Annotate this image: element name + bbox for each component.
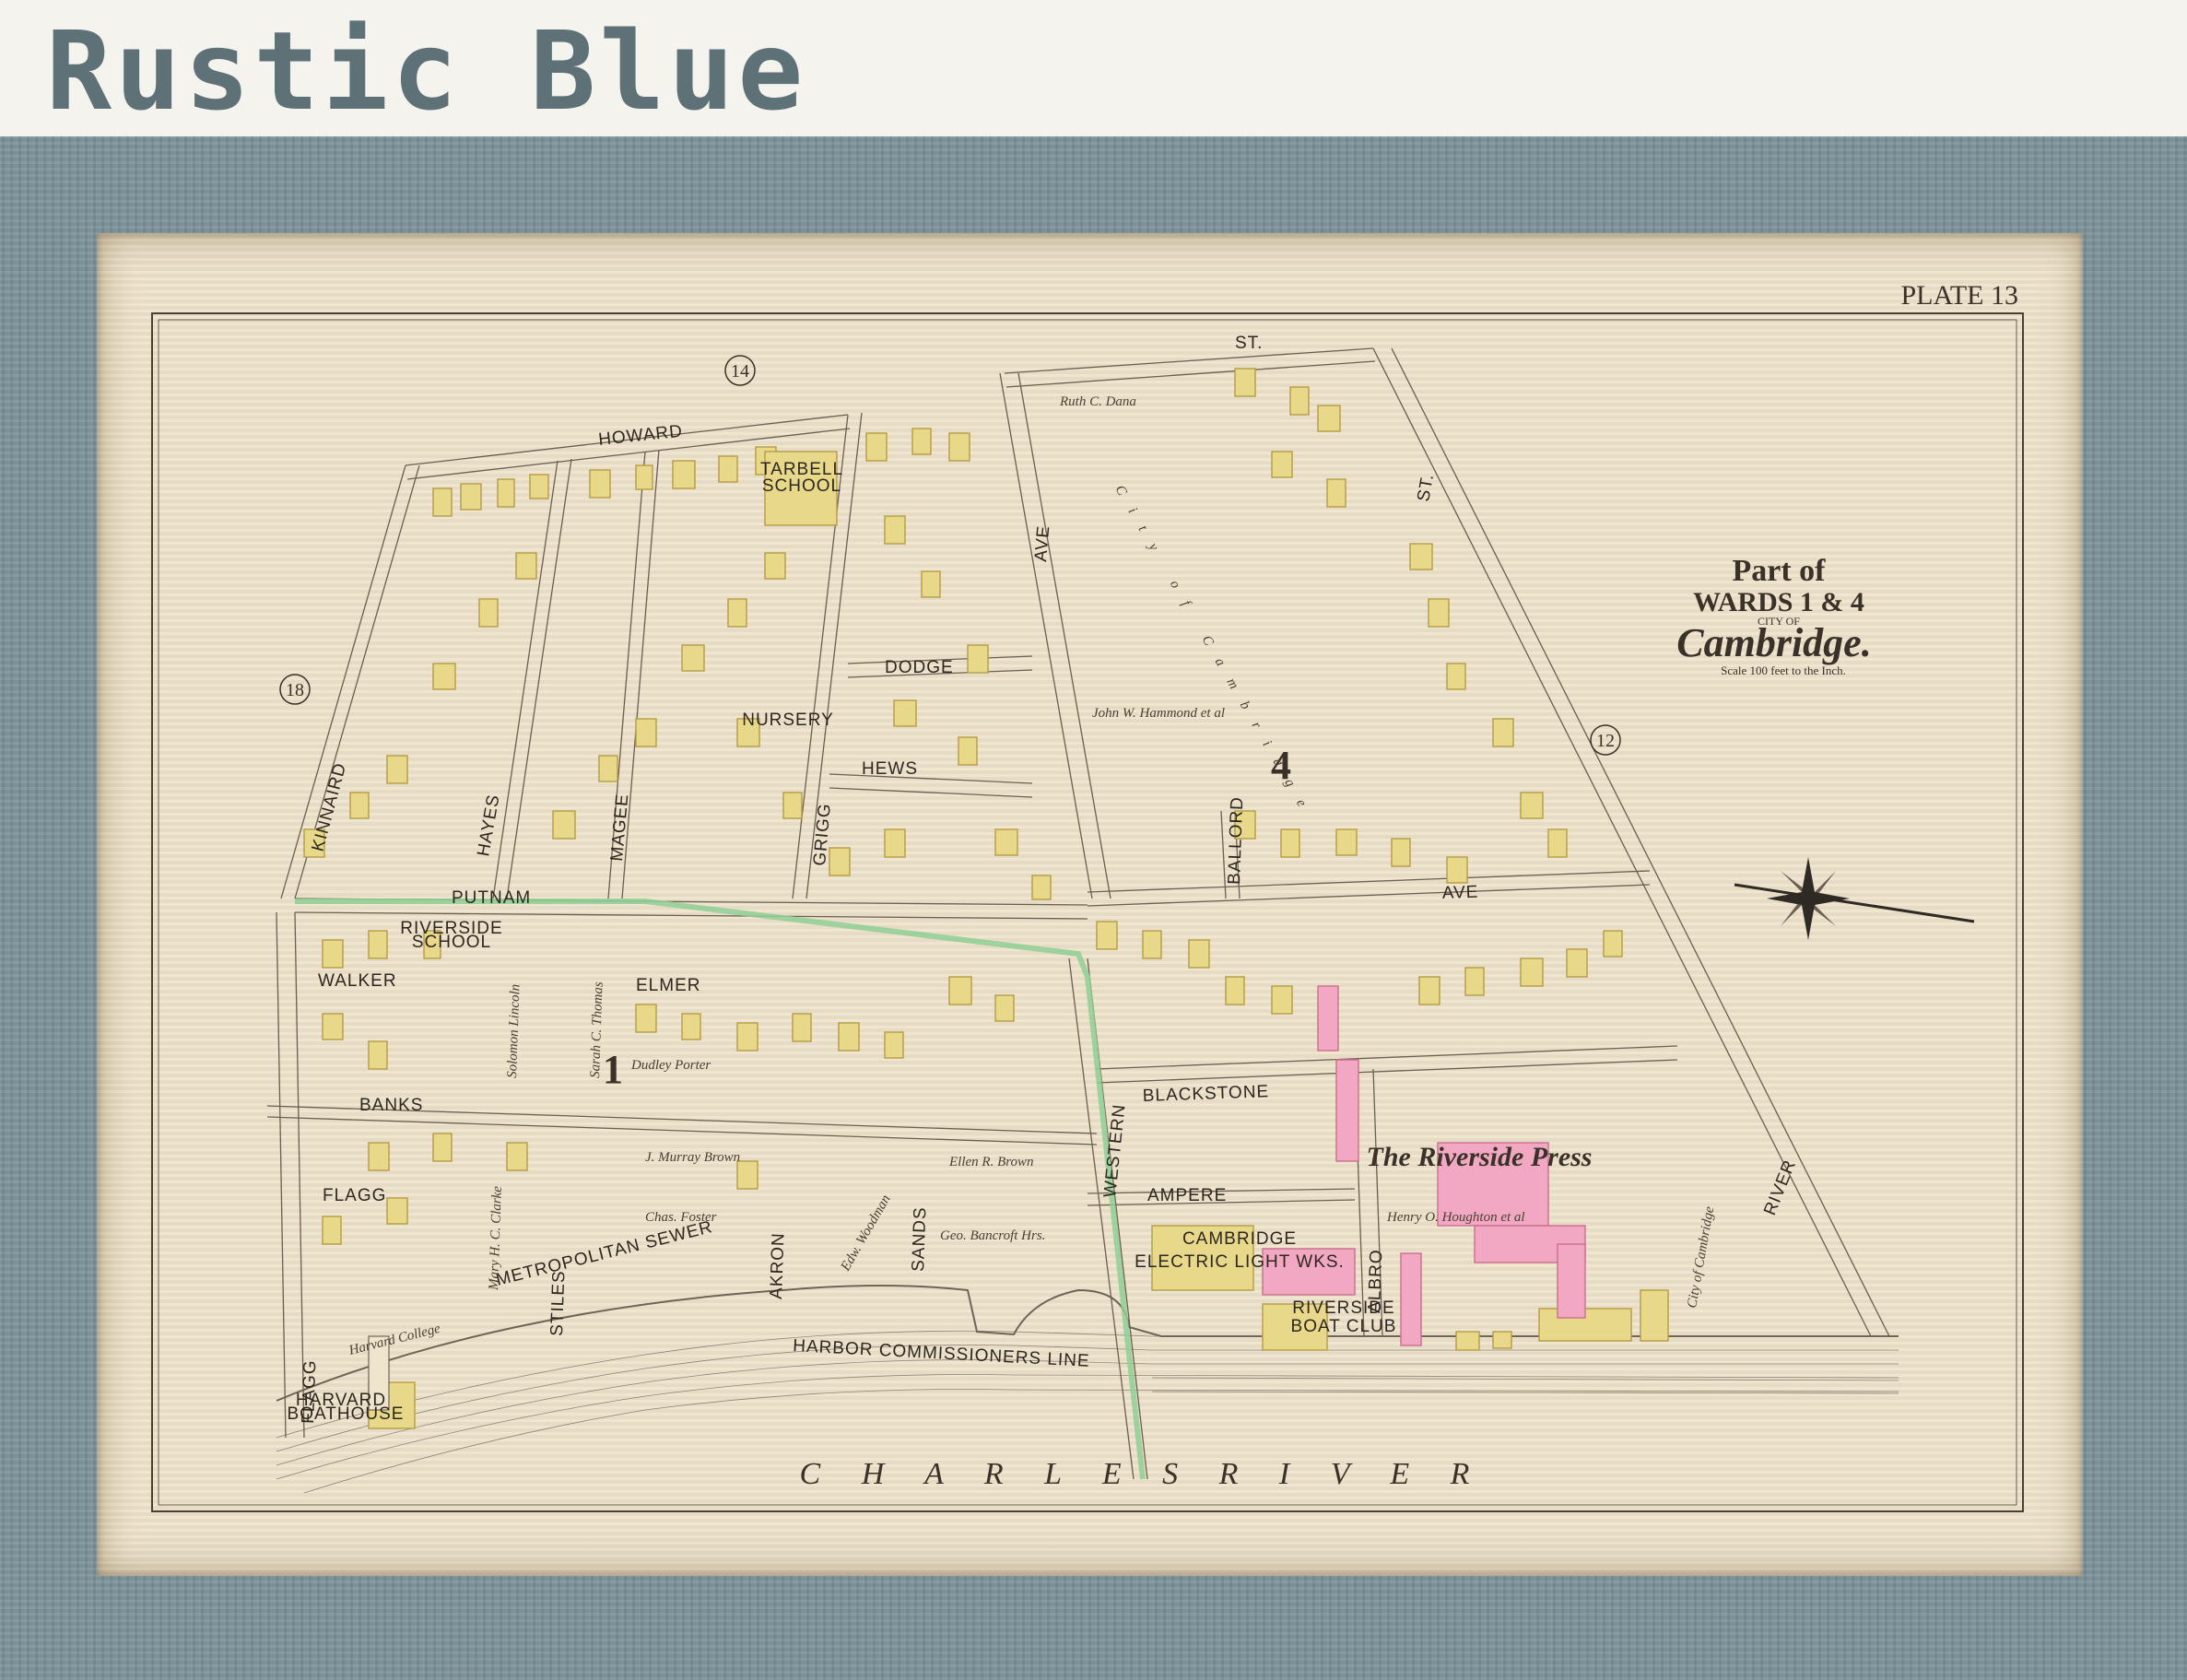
street-ave-right: AVE <box>1441 883 1478 903</box>
owner-hammond: John W. Hammond et al <box>1092 706 1225 721</box>
owner-lincoln: Solomon Lincoln <box>505 984 523 1079</box>
ward-number-14: 14 <box>731 361 749 382</box>
compass-rose-icon <box>1734 857 1975 940</box>
street-akron: AKRON <box>767 1232 789 1299</box>
owner-brown: Ellen R. Brown <box>948 1155 1034 1169</box>
ward-boundary <box>295 899 1146 1480</box>
owner-dana: Ruth C. Dana <box>1059 394 1136 409</box>
owner-jm-brown: J. Murray Brown <box>645 1150 740 1165</box>
street-banks: BANKS <box>359 1096 423 1115</box>
street-howard: HOWARD <box>597 421 684 449</box>
metropolitan-sewer-label: METROPOLITAN SEWER <box>494 1217 714 1290</box>
ward-number-1: 1 <box>603 1047 623 1092</box>
ward-number-12: 12 <box>1596 731 1615 751</box>
owner-city-of-cambridge: City of Cambridge <box>1112 483 1318 824</box>
harbor-line-label: HARBOR COMMISSIONERS LINE <box>793 1336 1090 1371</box>
charles-river-label: C H A R L E S R I V E R <box>800 1457 1487 1491</box>
street-kinnaird: KINNAIRD <box>309 760 351 853</box>
owner-porter: Dudley Porter <box>630 1058 711 1073</box>
street-stiles: STILES <box>547 1270 569 1336</box>
street-hews: HEWS <box>862 759 918 779</box>
street-hayes: HAYES <box>474 793 503 858</box>
owner-bancroft: Geo. Bancroft Hrs. <box>940 1228 1045 1243</box>
title-line2: WARDS 1 & 4 <box>1693 587 1864 617</box>
street-st-top: ST. <box>1235 334 1263 353</box>
boathouse-label: BOATHOUSE <box>288 1404 405 1424</box>
street-elmer: ELMER <box>636 976 700 995</box>
map-title: Part of WARDS 1 & 4 CITY OF Cambridge. S… <box>1676 554 1871 677</box>
ward-number-18: 18 <box>286 680 304 700</box>
electric-company-label: CAMBRIDGE <box>1182 1229 1297 1249</box>
street-walker: WALKER <box>318 971 397 991</box>
street-magee: MAGEE <box>607 793 632 862</box>
title-scale: Scale 100 feet to the Inch. <box>1721 664 1846 677</box>
street-sands: SANDS <box>909 1206 930 1272</box>
plate-number: PLATE 13 <box>1901 280 2019 311</box>
street-river: RIVER <box>1760 1157 1800 1218</box>
owner-woodman: Edw. Woodman <box>838 1192 894 1275</box>
electric-light-works-label: ELECTRIC LIGHT WKS. <box>1135 1252 1345 1272</box>
riverside-boat-label: RIVERSIDE <box>1292 1298 1394 1318</box>
owner-foster: Chas. Foster <box>645 1210 717 1225</box>
street-ave-left: AVE <box>1031 524 1053 562</box>
street-flagg-ct: FLAGG <box>323 1186 386 1205</box>
street-st-label: ST. <box>1414 472 1438 503</box>
street-dodge: DODGE <box>885 658 954 677</box>
owner-houghton: Henry O. Houghton et al <box>1386 1210 1525 1225</box>
street-ampere: AMPERE <box>1147 1186 1227 1205</box>
street-blackstone: BLACKSTONE <box>1142 1082 1269 1106</box>
street-ballord: BALLORD <box>1225 796 1247 885</box>
riverside-school-label-2: SCHOOL <box>412 933 491 952</box>
boat-club-label: BOAT CLUB <box>1291 1317 1397 1336</box>
owner-city-of-cambridge-2: City of Cambridge <box>1685 1205 1717 1310</box>
riverside-press-label: The Riverside Press <box>1367 1142 1593 1172</box>
street-putnam: PUTNAM <box>452 888 531 908</box>
tarbell-school-label: SCHOOL <box>762 476 841 496</box>
atlas-map: PLATE 13 Part of WARDS 1 & 4 CITY OF Cam… <box>151 280 2024 1512</box>
title-city: Cambridge. <box>1676 620 1871 665</box>
title-line1: Part of <box>1732 554 1826 588</box>
harvard-college-label: Harvard College <box>347 1322 442 1358</box>
nursery-label: NURSERY <box>742 711 834 730</box>
